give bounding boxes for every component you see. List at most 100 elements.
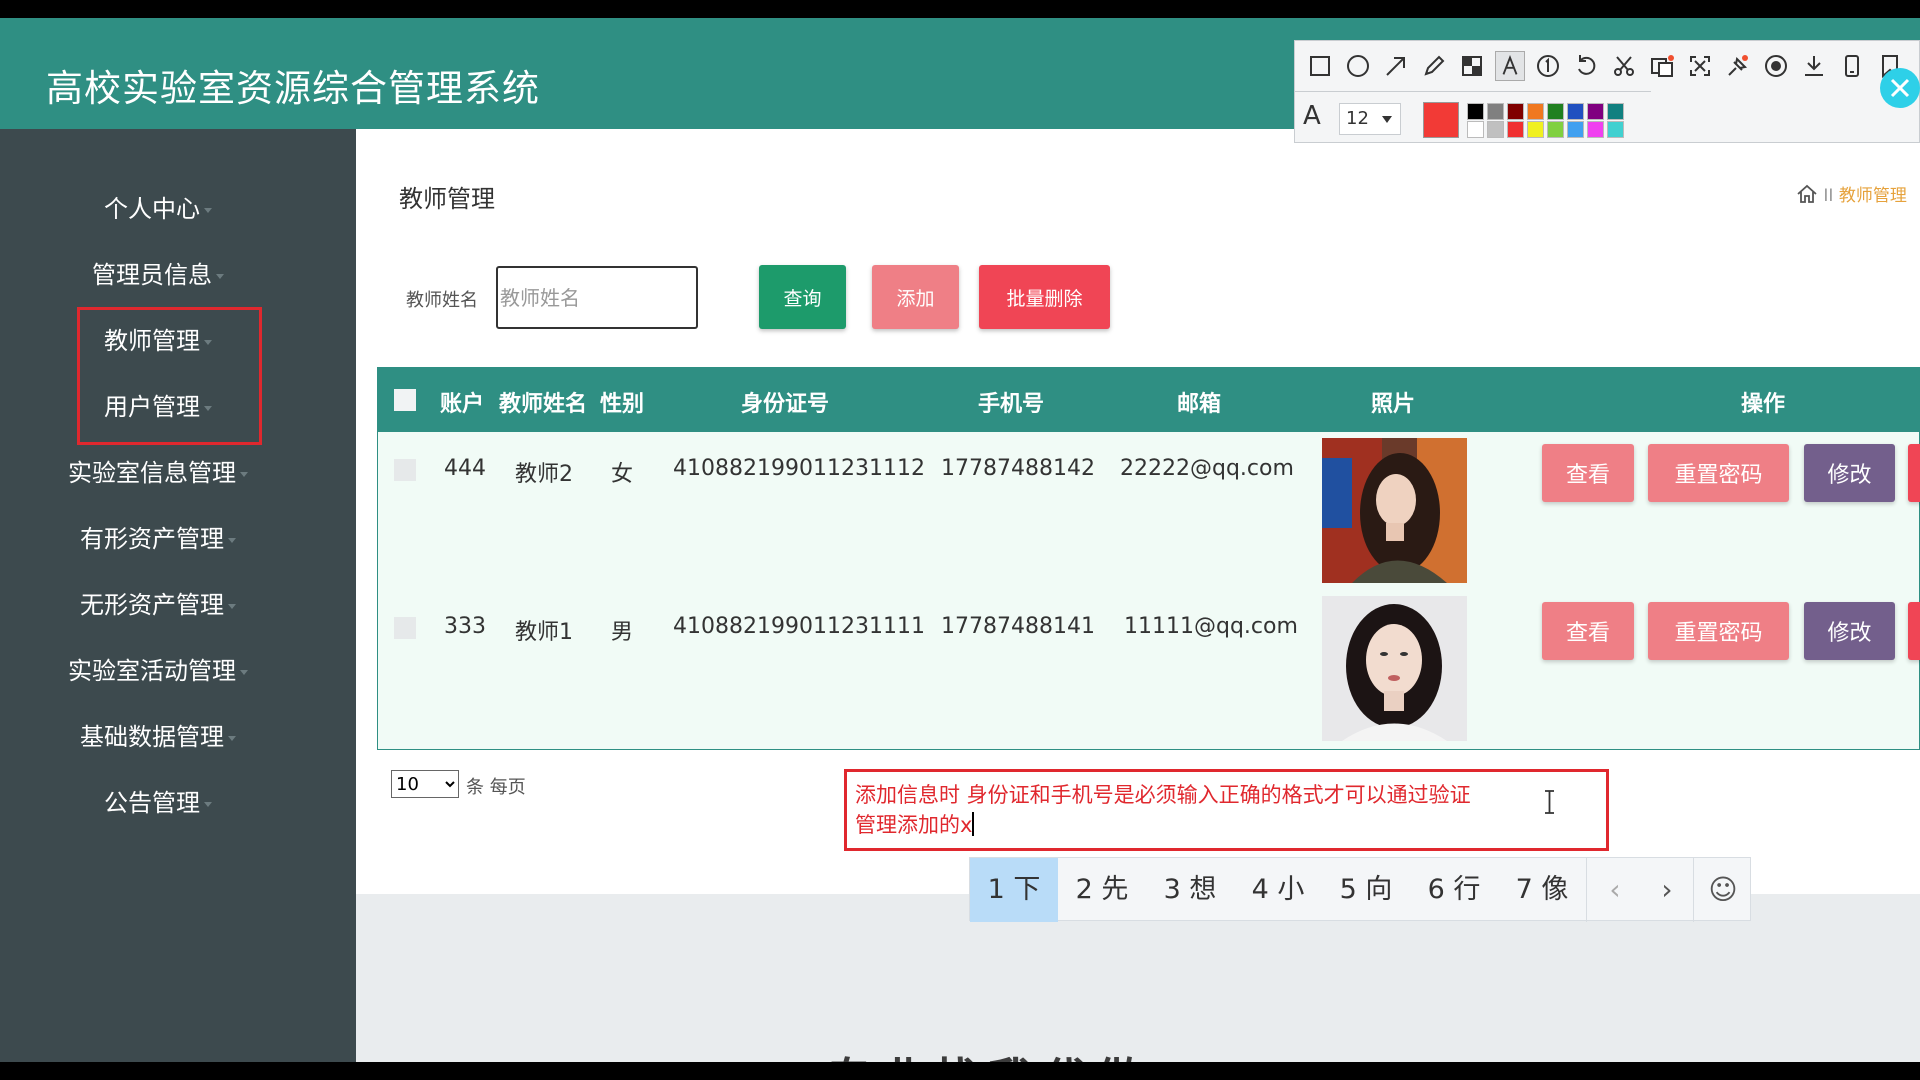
sidebar-item-lab-info[interactable]: 实验室信息管理 [0,453,316,493]
sidebar-item-intangible-assets[interactable]: 无形资产管理 [0,585,316,625]
sidebar-item-basic-data[interactable]: 基础数据管理 [0,717,316,757]
ime-prev-page-icon[interactable]: ‹ [1590,858,1640,922]
view-button[interactable]: 查看 [1542,444,1634,502]
color-swatch[interactable] [1527,121,1544,138]
delete-button-partial[interactable] [1908,444,1920,502]
caret-down-icon [216,273,224,279]
delete-button-partial[interactable] [1908,602,1920,660]
column-header-email: 邮箱 [1177,392,1222,417]
column-header-account: 账户 [440,392,485,417]
search-label: 教师姓名 [406,290,478,311]
sidebar-item-label: 基础数据管理 [80,723,224,751]
sidebar-item-label: 实验室信息管理 [68,459,236,487]
ime-candidate[interactable]: 7 像 [1498,858,1586,922]
select-all-checkbox[interactable] [394,389,416,411]
row-checkbox[interactable] [394,459,416,481]
breadcrumb-separator: II [1823,186,1834,206]
annotation-highlight-rect [77,307,262,445]
color-swatch[interactable] [1507,103,1524,120]
ime-candidate[interactable]: 3 想 [1146,858,1234,922]
color-swatch[interactable] [1547,121,1564,138]
edit-button[interactable]: 修改 [1804,602,1895,660]
annotation-line-1: 添加信息时 身份证和手机号是必须输入正确的格式才可以通过验证 [855,783,1471,807]
phone-icon[interactable] [1837,51,1867,81]
text-tool-icon[interactable] [1495,51,1525,81]
color-swatch[interactable] [1507,121,1524,138]
color-swatch[interactable] [1487,103,1504,120]
add-button[interactable]: 添加 [872,265,959,329]
teacher-photo[interactable] [1322,438,1467,583]
portrait-image [1322,438,1467,583]
color-swatch[interactable] [1567,103,1584,120]
ime-next-page-icon[interactable]: › [1642,858,1692,922]
home-icon[interactable] [1796,184,1818,204]
cell-gender: 女 [611,462,634,487]
sidebar-item-lab-activities[interactable]: 实验室活动管理 [0,651,316,691]
mosaic-tool-icon[interactable] [1457,51,1487,81]
sidebar-item-admin-info[interactable]: 管理员信息 [0,255,316,295]
color-swatch[interactable] [1567,121,1584,138]
expand-icon[interactable] [1685,51,1715,81]
crop-cut-icon[interactable] [1609,51,1639,81]
column-header-gender: 性别 [600,392,645,417]
ime-emoji-icon[interactable]: ☺ [1696,858,1750,922]
ime-candidate[interactable]: 1 下 [970,858,1058,922]
row-checkbox[interactable] [394,617,416,639]
toolbar-collapse-icon[interactable] [1880,68,1920,108]
edit-button[interactable]: 修改 [1804,444,1895,502]
current-color-swatch[interactable] [1423,102,1459,138]
color-swatch[interactable] [1487,121,1504,138]
app-title: 高校实验室资源综合管理系统 [46,67,540,110]
ime-candidate[interactable]: 4 小 [1234,858,1322,922]
watermark-text: 专业找我代做 [826,1044,1150,1062]
column-header-actions: 操作 [1741,392,1786,417]
view-button[interactable]: 查看 [1542,602,1634,660]
sidebar-item-label: 有形资产管理 [80,525,224,553]
cell-account: 333 [444,614,486,639]
color-swatch[interactable] [1587,103,1604,120]
pencil-tool-icon[interactable] [1419,51,1449,81]
breadcrumb-current[interactable]: 教师管理 [1839,186,1907,206]
caret-down-icon [204,801,212,807]
batch-delete-button[interactable]: 批量删除 [979,265,1110,329]
font-icon: A [1303,101,1321,131]
chevron-down-icon [1382,116,1392,123]
sidebar-item-personal-center[interactable]: 个人中心 [0,189,316,229]
font-size-select[interactable]: 12 [1339,103,1401,135]
table-row: 333 教师1 男 410882199011231111 17787488141… [378,590,1920,748]
teacher-photo[interactable] [1322,596,1467,741]
query-button[interactable]: 查询 [759,265,846,329]
color-swatch[interactable] [1547,103,1564,120]
record-icon[interactable] [1761,51,1791,81]
arrow-tool-icon[interactable] [1381,51,1411,81]
color-swatch[interactable] [1527,103,1544,120]
caret-down-icon [240,471,248,477]
collapse-arrows-icon [1890,78,1910,98]
page-size-select[interactable]: 10 [391,770,459,798]
color-swatch[interactable] [1607,103,1624,120]
bottom-letterbox [0,1062,1920,1080]
color-swatch[interactable] [1467,103,1484,120]
sidebar-item-tangible-assets[interactable]: 有形资产管理 [0,519,316,559]
color-swatch[interactable] [1587,121,1604,138]
translate-icon[interactable] [1647,51,1677,81]
undo-icon[interactable] [1571,51,1601,81]
ime-candidate[interactable]: 5 向 [1322,858,1410,922]
sidebar-item-announcements[interactable]: 公告管理 [0,783,316,823]
reset-password-button[interactable]: 重置密码 [1648,602,1789,660]
ime-candidate[interactable]: 6 行 [1410,858,1498,922]
teacher-name-search-input[interactable] [496,266,698,329]
pin-icon[interactable] [1723,51,1753,81]
caret-down-icon [228,537,236,543]
rectangle-tool-icon[interactable] [1305,51,1335,81]
annotation-text-box[interactable]: 添加信息时 身份证和手机号是必须输入正确的格式才可以通过验证 管理添加的x [844,769,1609,851]
ellipse-tool-icon[interactable] [1343,51,1373,81]
download-icon[interactable] [1799,51,1829,81]
number-tool-icon[interactable] [1533,51,1563,81]
color-swatch[interactable] [1607,121,1624,138]
color-swatch[interactable] [1467,121,1484,138]
text-cursor-icon [1545,790,1554,814]
cell-phone: 17787488141 [941,614,1095,639]
ime-candidate[interactable]: 2 先 [1058,858,1146,922]
reset-password-button[interactable]: 重置密码 [1648,444,1789,502]
